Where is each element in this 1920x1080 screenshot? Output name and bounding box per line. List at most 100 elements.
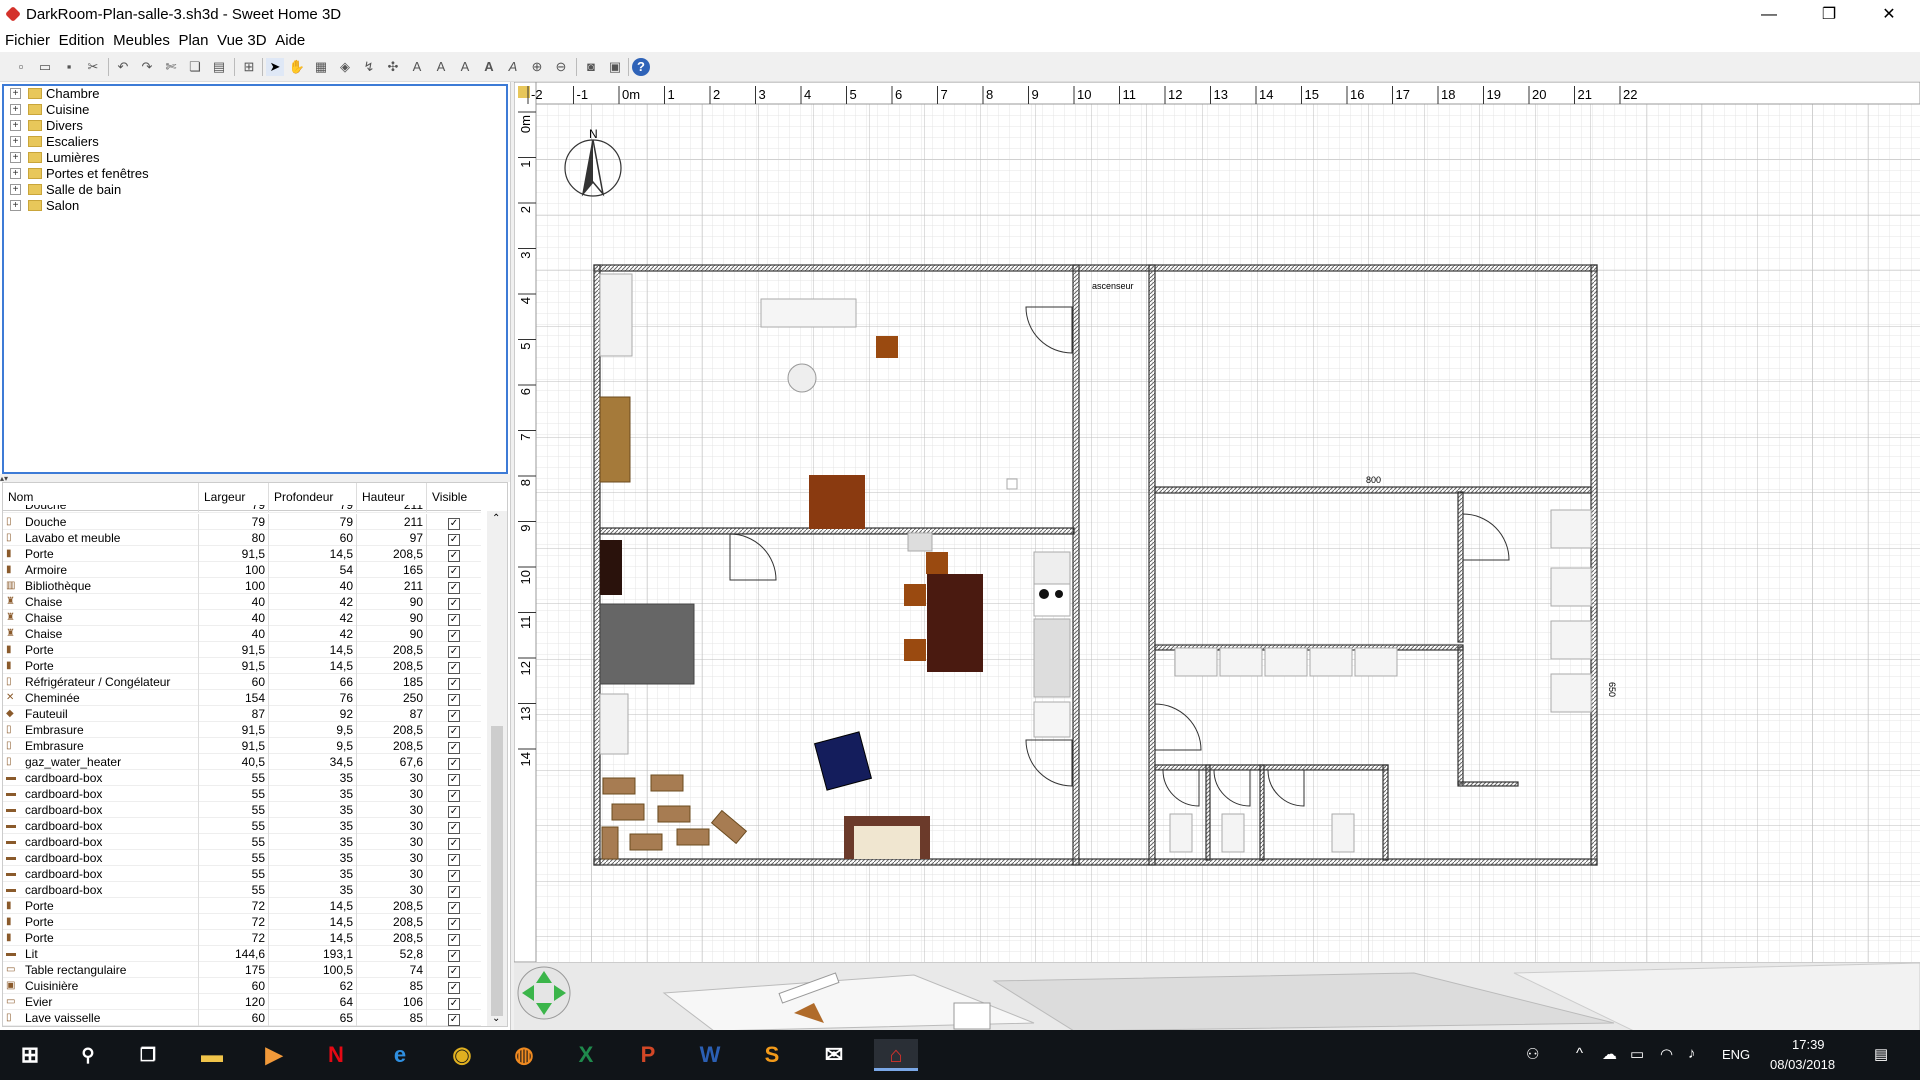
- table-row[interactable]: ▮ Armoire 100 54 165 ✓: [3, 562, 481, 578]
- table-row[interactable]: ▥ Bibliothèque 100 40 211 ✓: [3, 578, 481, 594]
- visible-checkbox[interactable]: ✓: [448, 982, 460, 994]
- undo-icon[interactable]: ↶: [114, 58, 132, 76]
- visible-checkbox[interactable]: ✓: [448, 550, 460, 562]
- table-row[interactable]: ▬ cardboard-box 55 35 30 ✓: [3, 802, 481, 818]
- visible-checkbox[interactable]: ✓: [448, 902, 460, 914]
- catalog-item-salon[interactable]: + Salon: [4, 198, 304, 214]
- plan-canvas[interactable]: -2 -1 0m 1 2 3 4 5 6 7 8 9 10 11 12 13 14 15 16 17 18 19 20 21 2…: [514, 82, 1920, 962]
- table-row[interactable]: ▯ Lavabo et meuble 80 60 97 ✓: [3, 530, 481, 546]
- table-row[interactable]: ▬ cardboard-box 55 35 30 ✓: [3, 786, 481, 802]
- pan-icon[interactable]: ✋: [288, 58, 306, 76]
- create-labels-icon[interactable]: A: [408, 58, 426, 76]
- netflix-icon[interactable]: N: [320, 1039, 352, 1071]
- table-row[interactable]: ▮ Porte 72 14,5 208,5 ✓: [3, 898, 481, 914]
- table-row[interactable]: ▬ cardboard-box 55 35 30 ✓: [3, 866, 481, 882]
- notifications-icon[interactable]: ▤: [1874, 1045, 1888, 1063]
- table-row[interactable]: ♜ Chaise 40 42 90 ✓: [3, 610, 481, 626]
- create-dimensions-icon[interactable]: ✣: [384, 58, 402, 76]
- table-row[interactable]: ▬ cardboard-box 55 35 30 ✓: [3, 818, 481, 834]
- table-row[interactable]: ▬ cardboard-box 55 35 30 ✓: [3, 770, 481, 786]
- table-row[interactable]: ◆ Fauteuil 87 92 87 ✓: [3, 706, 481, 722]
- catalog-item-divers[interactable]: + Divers: [4, 118, 304, 134]
- expand-icon[interactable]: +: [10, 120, 21, 131]
- restore-button[interactable]: ❐: [1806, 0, 1852, 30]
- create-polylines-icon[interactable]: ↯: [360, 58, 378, 76]
- paste-icon[interactable]: ▤: [210, 58, 228, 76]
- visible-checkbox[interactable]: ✓: [448, 870, 460, 882]
- dimension-label-800[interactable]: 800: [1366, 475, 1381, 485]
- expand-icon[interactable]: +: [10, 184, 21, 195]
- zoom-out-icon[interactable]: ⊖: [552, 58, 570, 76]
- new-file-icon[interactable]: ▫: [12, 58, 30, 76]
- visible-checkbox[interactable]: ✓: [448, 582, 460, 594]
- powerpoint-icon[interactable]: P: [632, 1039, 664, 1071]
- visible-checkbox[interactable]: ✓: [448, 854, 460, 866]
- visible-checkbox[interactable]: ✓: [448, 710, 460, 722]
- menu-vue3d[interactable]: Vue 3D: [212, 30, 266, 49]
- create-walls-icon[interactable]: ▦: [312, 58, 330, 76]
- help-icon[interactable]: ?: [632, 58, 650, 76]
- table-row[interactable]: ♜ Chaise 40 42 90 ✓: [3, 626, 481, 642]
- visible-checkbox[interactable]: ✓: [448, 726, 460, 738]
- add-furniture-icon[interactable]: ⊞: [240, 58, 258, 76]
- preferences-icon[interactable]: ✂: [84, 58, 102, 76]
- word-icon[interactable]: W: [694, 1039, 726, 1071]
- visible-checkbox[interactable]: ✓: [448, 806, 460, 818]
- table-row[interactable]: ▮ Porte 72 14,5 208,5 ✓: [3, 914, 481, 930]
- bold-text-icon[interactable]: A: [480, 58, 498, 76]
- menu-aide[interactable]: Aide: [270, 30, 305, 49]
- table-row[interactable]: ▬ cardboard-box 55 35 30 ✓: [3, 850, 481, 866]
- italic-text-icon[interactable]: A: [504, 58, 522, 76]
- table-row[interactable]: ♜ Chaise 40 42 90 ✓: [3, 594, 481, 610]
- visible-checkbox[interactable]: ✓: [448, 934, 460, 946]
- table-row-partial[interactable]: Douche 79 79 211: [3, 505, 481, 513]
- table-row[interactable]: ▮ Porte 91,5 14,5 208,5 ✓: [3, 642, 481, 658]
- task-view-icon[interactable]: ❐: [132, 1039, 164, 1071]
- start-icon[interactable]: ⊞: [14, 1039, 46, 1071]
- catalog-item-lumieres[interactable]: + Lumières: [4, 150, 304, 166]
- visible-checkbox[interactable]: ✓: [448, 774, 460, 786]
- menu-fichier[interactable]: Fichier: [0, 30, 50, 49]
- onedrive-icon[interactable]: ☁: [1602, 1045, 1617, 1063]
- visible-checkbox[interactable]: ✓: [448, 918, 460, 930]
- file-explorer-icon[interactable]: ▬: [196, 1039, 228, 1071]
- expand-icon[interactable]: +: [10, 152, 21, 163]
- create-rooms-icon[interactable]: ◈: [336, 58, 354, 76]
- table-row[interactable]: ▭ Evier 120 64 106 ✓: [3, 994, 481, 1010]
- edge-icon[interactable]: e: [384, 1039, 416, 1071]
- visible-checkbox[interactable]: ✓: [448, 1014, 460, 1026]
- catalog-item-escaliers[interactable]: + Escaliers: [4, 134, 304, 150]
- wifi-icon[interactable]: ◠: [1660, 1045, 1673, 1063]
- copy-icon[interactable]: ❏: [186, 58, 204, 76]
- elevator-label[interactable]: ascenseur: [1092, 281, 1134, 291]
- save-icon[interactable]: ▪: [60, 58, 78, 76]
- firefox-icon[interactable]: ◍: [508, 1039, 540, 1071]
- visible-checkbox[interactable]: ✓: [448, 966, 460, 978]
- table-row[interactable]: ▬ cardboard-box 55 35 30 ✓: [3, 834, 481, 850]
- visible-checkbox[interactable]: ✓: [448, 566, 460, 578]
- table-row[interactable]: ▯ Embrasure 91,5 9,5 208,5 ✓: [3, 738, 481, 754]
- catalog-item-chambre[interactable]: + Chambre: [4, 86, 304, 102]
- dimension-label-650[interactable]: 650: [1607, 682, 1617, 697]
- scroll-down-icon[interactable]: ⌄: [492, 1013, 500, 1024]
- sublime-icon[interactable]: S: [756, 1039, 788, 1071]
- visible-checkbox[interactable]: ✓: [448, 614, 460, 626]
- view-3d[interactable]: [514, 962, 1920, 1030]
- visible-checkbox[interactable]: ✓: [448, 886, 460, 898]
- visible-checkbox[interactable]: ✓: [448, 742, 460, 754]
- visible-checkbox[interactable]: ✓: [448, 822, 460, 834]
- table-row[interactable]: ▬ cardboard-box 55 35 30 ✓: [3, 882, 481, 898]
- table-row[interactable]: ▬ Lit 144,6 193,1 52,8 ✓: [3, 946, 481, 962]
- visible-checkbox[interactable]: ✓: [448, 950, 460, 962]
- scrollbar-thumb[interactable]: [491, 726, 503, 1016]
- zoom-in-icon[interactable]: ⊕: [528, 58, 546, 76]
- table-row[interactable]: ✕ Cheminée 154 76 250 ✓: [3, 690, 481, 706]
- table-row[interactable]: ▯ Réfrigérateur / Congélateur 60 66 185 ✓: [3, 674, 481, 690]
- search-icon[interactable]: ⚲: [72, 1039, 104, 1071]
- table-row[interactable]: ▣ Cuisinière 60 62 85 ✓: [3, 978, 481, 994]
- excel-icon[interactable]: X: [570, 1039, 602, 1071]
- menu-edition[interactable]: Edition: [54, 30, 105, 49]
- minimize-button[interactable]: —: [1746, 0, 1792, 30]
- mail-icon[interactable]: ✉: [818, 1039, 850, 1071]
- chrome-icon[interactable]: ◉: [446, 1039, 478, 1071]
